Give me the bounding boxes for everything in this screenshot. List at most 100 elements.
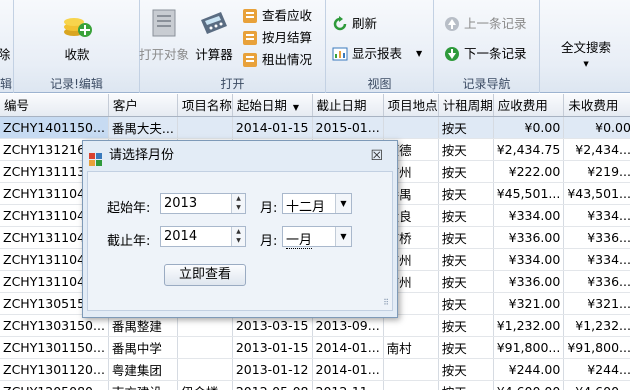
table-cell[interactable]: 按天: [438, 204, 494, 227]
table-cell[interactable]: ¥4,600...: [563, 380, 630, 390]
table-row[interactable]: ZCHY1205080...南方建设伊金楼2012-05-082012-11..…: [0, 380, 630, 390]
table-cell[interactable]: 番禺中学: [108, 336, 178, 359]
table-row[interactable]: ZCHY1401150... 番禺大夫... 2014-01-15 2015-01..…: [0, 116, 630, 139]
table-cell[interactable]: ZCHY1301150...: [0, 336, 109, 359]
table-cell[interactable]: 2013-01-15: [232, 336, 313, 359]
prev-record-button[interactable]: 上一条记录: [444, 14, 527, 34]
dropdown-arrow-icon[interactable]: ▼: [335, 227, 351, 246]
table-cell[interactable]: 2012-11...: [312, 380, 384, 390]
column-header[interactable]: 起始日期 ▼: [232, 94, 313, 117]
table-cell[interactable]: ¥321...: [563, 292, 630, 315]
table-row[interactable]: ZCHY1301150... 番禺中学 2013-01-15 2014-01... 南村…: [0, 336, 630, 359]
table-cell[interactable]: ¥336.00: [493, 226, 565, 249]
column-header[interactable]: 应收费用: [493, 94, 565, 117]
column-header[interactable]: 未收费用: [563, 94, 630, 117]
table-cell[interactable]: 按天: [438, 248, 494, 271]
start-year-spinner[interactable]: 2013 ▲ ▼: [160, 193, 246, 214]
dialog-titlebar[interactable]: 请选择月份 ☒: [83, 141, 397, 171]
rent-out-button[interactable]: 租出情况: [242, 50, 312, 70]
table-cell[interactable]: ¥91,800...: [493, 336, 565, 359]
table-cell[interactable]: [383, 380, 439, 390]
table-cell[interactable]: 2012-05-08: [232, 380, 313, 390]
table-cell[interactable]: ¥336.00: [493, 270, 565, 293]
table-cell[interactable]: 按天: [438, 116, 494, 139]
table-cell[interactable]: 按天: [438, 380, 494, 390]
resize-grip-icon[interactable]: ⠿: [383, 298, 389, 307]
table-cell[interactable]: 2014-01...: [312, 336, 384, 359]
table-cell[interactable]: 按天: [438, 160, 494, 183]
table-cell[interactable]: 南村: [383, 336, 439, 359]
table-cell[interactable]: 南方建设: [108, 380, 178, 390]
open-object-button[interactable]: 打开对象: [134, 2, 194, 66]
table-cell[interactable]: ¥4,600.00: [493, 380, 565, 390]
table-cell[interactable]: 番禺大夫...: [108, 116, 178, 139]
column-header[interactable]: 截止日期: [312, 94, 384, 117]
table-cell[interactable]: 按天: [438, 182, 494, 205]
table-cell[interactable]: ¥219...: [563, 160, 630, 183]
table-cell[interactable]: ¥244.00: [493, 358, 565, 381]
spinner-arrows-icon[interactable]: ▲ ▼: [231, 194, 245, 213]
table-cell[interactable]: ¥334...: [563, 248, 630, 271]
table-cell[interactable]: ¥244...: [563, 358, 630, 381]
table-cell[interactable]: ¥334.00: [493, 248, 565, 271]
table-cell[interactable]: 2013-01-12: [232, 358, 313, 381]
table-cell[interactable]: ZCHY1401150...: [0, 116, 109, 139]
table-cell[interactable]: ¥334...: [563, 204, 630, 227]
table-cell[interactable]: 按天: [438, 314, 494, 337]
column-header[interactable]: 客户: [108, 94, 178, 117]
table-cell[interactable]: 按天: [438, 270, 494, 293]
end-month-select[interactable]: 一月 ▼: [282, 226, 352, 249]
table-cell[interactable]: 按天: [438, 358, 494, 381]
table-cell[interactable]: 伊金楼: [177, 380, 233, 390]
table-cell[interactable]: ¥2,434...: [563, 138, 630, 161]
table-cell[interactable]: 粤建集团: [108, 358, 178, 381]
calculator-button[interactable]: 计算器: [194, 2, 234, 66]
start-month-select[interactable]: 十二月 ▼: [282, 193, 352, 215]
table-cell[interactable]: 2015-01...: [312, 116, 384, 139]
table-cell[interactable]: ¥334.00: [493, 204, 565, 227]
column-header[interactable]: 计租周期: [438, 94, 494, 117]
table-cell[interactable]: 2014-01...: [312, 358, 384, 381]
table-cell[interactable]: ¥1,232.00: [493, 314, 565, 337]
table-cell[interactable]: ¥43,501...: [563, 182, 630, 205]
table-cell[interactable]: 按天: [438, 292, 494, 315]
table-cell[interactable]: 按天: [438, 226, 494, 249]
table-cell[interactable]: 按天: [438, 138, 494, 161]
collect-button[interactable]: 收款: [54, 2, 100, 66]
table-cell[interactable]: ¥321.00: [493, 292, 565, 315]
table-cell[interactable]: [177, 358, 233, 381]
show-report-button[interactable]: 显示报表 ▼: [332, 44, 422, 64]
column-header[interactable]: 编号: [0, 94, 109, 117]
table-cell[interactable]: ¥0.00: [563, 116, 630, 139]
table-cell[interactable]: ¥336...: [563, 226, 630, 249]
table-cell[interactable]: ¥45,501...: [493, 182, 565, 205]
spinner-arrows-icon[interactable]: ▲ ▼: [231, 227, 245, 246]
monthly-settle-button[interactable]: 按月结算: [242, 28, 312, 48]
table-cell[interactable]: 2014-01-15: [232, 116, 313, 139]
table-cell[interactable]: ¥222.00: [493, 160, 565, 183]
close-button[interactable]: ☒: [370, 141, 383, 171]
table-cell[interactable]: [383, 116, 439, 139]
refresh-button[interactable]: 刷新: [332, 14, 377, 34]
table-cell[interactable]: ¥0.00: [493, 116, 565, 139]
table-row[interactable]: ZCHY1301120... 粤建集团 2013-01-12 2014-01... 按天…: [0, 358, 630, 381]
table-cell[interactable]: ¥91,800...: [563, 336, 630, 359]
column-header[interactable]: 项目名称: [177, 94, 233, 117]
view-receivable-button[interactable]: 查看应收: [242, 6, 312, 26]
table-cell[interactable]: [383, 358, 439, 381]
next-record-button[interactable]: 下一条记录: [444, 44, 527, 64]
table-cell[interactable]: ZCHY1205080...: [0, 380, 109, 390]
column-header[interactable]: 项目地点: [383, 94, 439, 117]
table-cell[interactable]: ZCHY1301120...: [0, 358, 109, 381]
fulltext-search-button[interactable]: 全文搜索 ▼: [561, 40, 611, 74]
query-now-button[interactable]: 立即查看: [164, 264, 246, 286]
table-cell[interactable]: [177, 336, 233, 359]
table-cell[interactable]: ¥336...: [563, 270, 630, 293]
table-cell[interactable]: [177, 116, 233, 139]
table-cell[interactable]: ¥1,232...: [563, 314, 630, 337]
table-cell[interactable]: ¥2,434.75: [493, 138, 565, 161]
dropdown-arrow-icon[interactable]: ▼: [335, 194, 351, 213]
delete-button-partial[interactable]: 除: [0, 2, 14, 66]
sort-descending-icon[interactable]: ▼: [293, 103, 299, 112]
table-cell[interactable]: 按天: [438, 336, 494, 359]
